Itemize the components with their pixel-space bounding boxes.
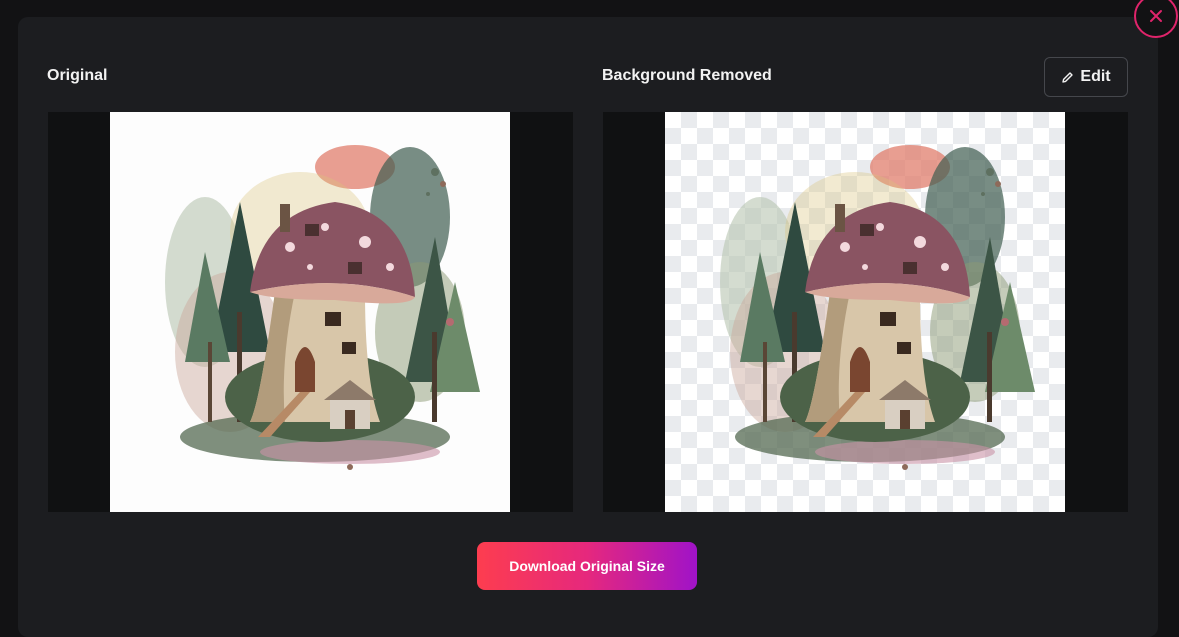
background-removed-image (665, 112, 1065, 512)
background-removed-title: Background Removed (602, 67, 772, 84)
pencil-icon (1062, 71, 1074, 83)
original-image (110, 112, 510, 512)
original-title: Original (47, 67, 108, 84)
download-original-size-button[interactable]: Download Original Size (477, 542, 697, 590)
original-image-frame (48, 112, 573, 512)
close-icon (1150, 10, 1162, 22)
removed-image-frame (603, 112, 1128, 512)
close-button[interactable] (1134, 0, 1178, 38)
edit-label: Edit (1080, 68, 1111, 85)
edit-button[interactable]: Edit (1044, 57, 1128, 97)
